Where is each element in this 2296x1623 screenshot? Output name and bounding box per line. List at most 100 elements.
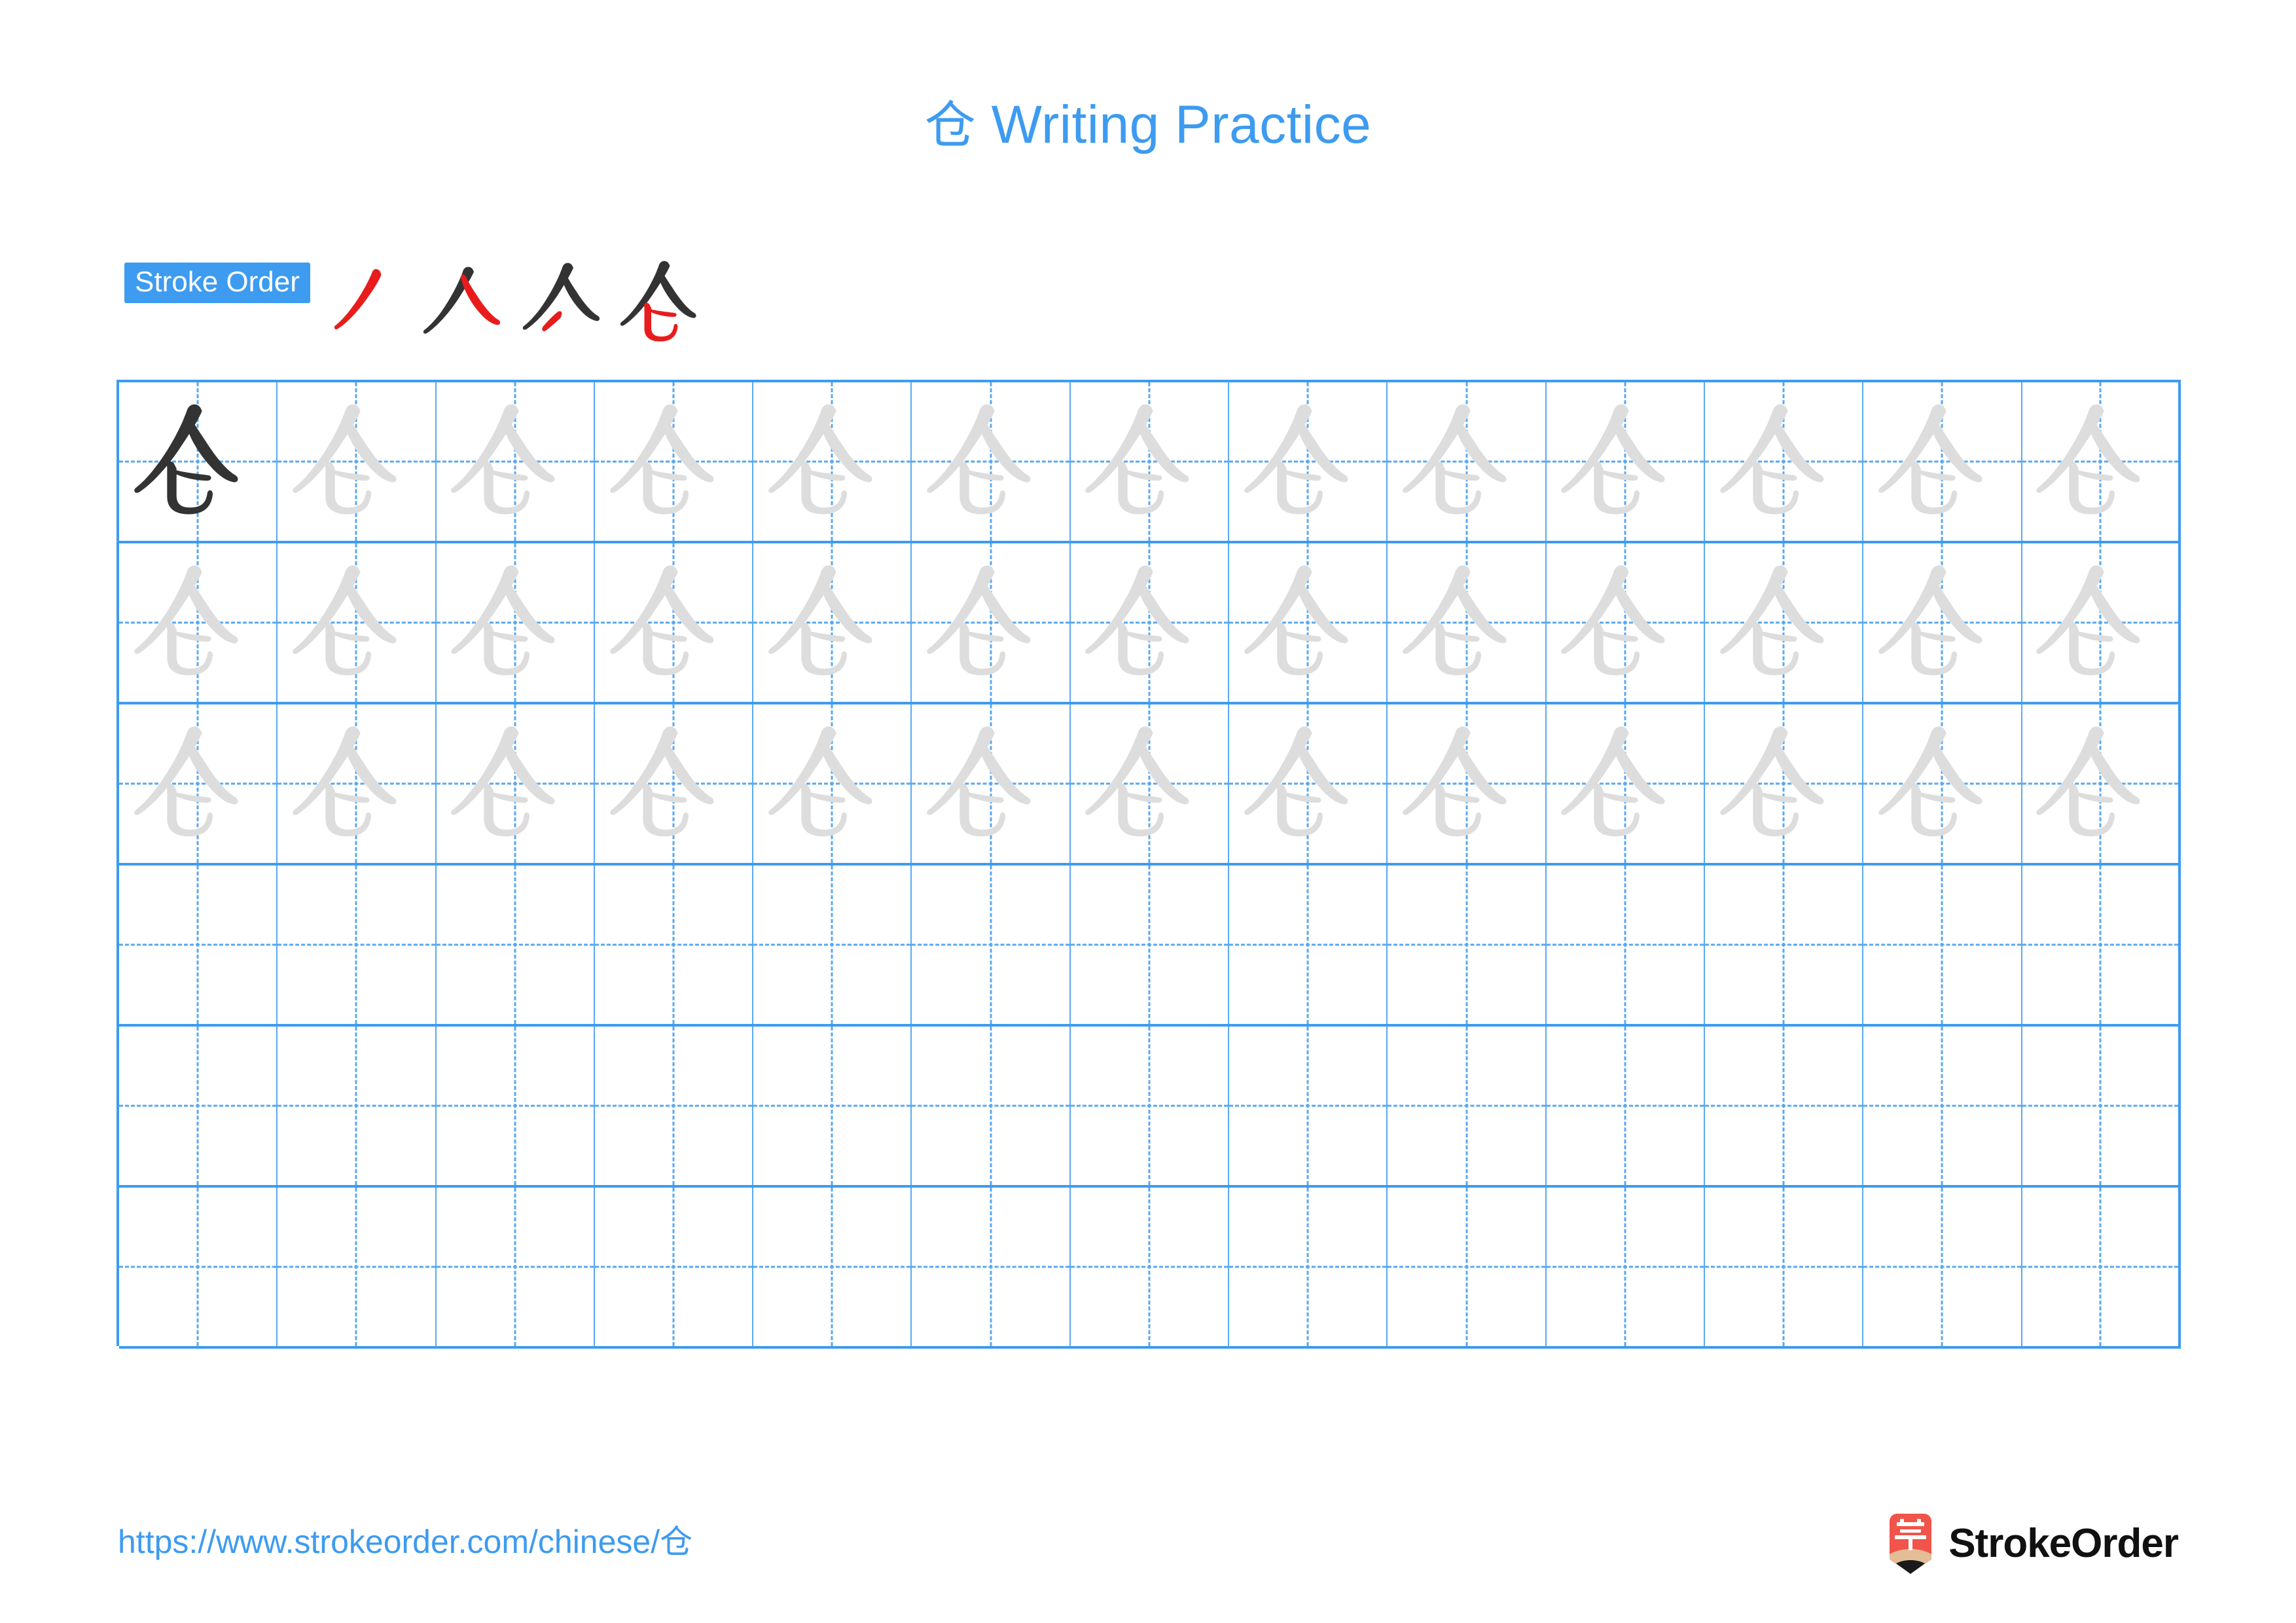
grid-cell-r3-c9[interactable] — [1388, 704, 1547, 863]
grid-row — [119, 1027, 2181, 1188]
grid-cell-r4-c13[interactable] — [2022, 866, 2181, 1024]
trace-character — [1388, 704, 1545, 863]
grid-cell-r2-c2[interactable] — [278, 543, 437, 702]
grid-cell-r3-c4[interactable] — [594, 704, 754, 863]
grid-cell-r5-c5[interactable] — [753, 1027, 912, 1185]
grid-row — [119, 543, 2181, 704]
cell-guide-horizontal — [753, 1266, 911, 1268]
grid-cell-r1-c5[interactable] — [753, 382, 912, 541]
grid-cell-r4-c4[interactable] — [594, 866, 754, 1024]
grid-cell-r6-c10[interactable] — [1546, 1188, 1705, 1346]
grid-cell-r2-c1[interactable] — [119, 543, 278, 702]
grid-cell-r4-c10[interactable] — [1546, 866, 1705, 1024]
grid-cell-r6-c6[interactable] — [912, 1188, 1071, 1346]
grid-cell-r3-c3[interactable] — [436, 704, 595, 863]
grid-cell-r1-c1[interactable] — [119, 382, 278, 541]
grid-cell-r4-c8[interactable] — [1229, 866, 1388, 1024]
grid-cell-r5-c6[interactable] — [912, 1027, 1071, 1185]
grid-cell-r3-c2[interactable] — [278, 704, 437, 863]
grid-cell-r3-c8[interactable] — [1229, 704, 1388, 863]
cell-guide-horizontal — [119, 1266, 277, 1268]
grid-cell-r6-c11[interactable] — [1704, 1188, 1864, 1346]
grid-cell-r4-c11[interactable] — [1704, 866, 1864, 1024]
grid-cell-r3-c1[interactable] — [119, 704, 278, 863]
grid-cell-r4-c3[interactable] — [436, 866, 595, 1024]
trace-character — [119, 704, 276, 863]
grid-cell-r2-c8[interactable] — [1229, 543, 1388, 702]
grid-cell-r4-c5[interactable] — [753, 866, 912, 1024]
grid-cell-r5-c9[interactable] — [1388, 1027, 1547, 1185]
grid-cell-r4-c6[interactable] — [912, 866, 1071, 1024]
grid-cell-r5-c3[interactable] — [436, 1027, 595, 1185]
grid-cell-r6-c3[interactable] — [436, 1188, 595, 1346]
grid-cell-r4-c7[interactable] — [1070, 866, 1230, 1024]
grid-cell-r1-c12[interactable] — [1863, 382, 2022, 541]
grid-cell-r1-c9[interactable] — [1388, 382, 1547, 541]
grid-cell-r1-c8[interactable] — [1229, 382, 1388, 541]
grid-cell-r3-c11[interactable] — [1704, 704, 1864, 863]
grid-cell-r6-c13[interactable] — [2022, 1188, 2181, 1346]
grid-cell-r5-c12[interactable] — [1863, 1027, 2022, 1185]
grid-cell-r6-c4[interactable] — [594, 1188, 754, 1346]
grid-cell-r5-c4[interactable] — [594, 1027, 754, 1185]
grid-cell-r5-c11[interactable] — [1704, 1027, 1864, 1185]
grid-cell-r2-c12[interactable] — [1863, 543, 2022, 702]
grid-cell-r2-c6[interactable] — [912, 543, 1071, 702]
source-url-link[interactable]: https://www.strokeorder.com/chinese/仓 — [118, 1525, 692, 1558]
trace-character — [753, 704, 910, 863]
cell-guide-horizontal — [119, 943, 277, 946]
grid-cell-r2-c9[interactable] — [1388, 543, 1547, 702]
grid-cell-r6-c2[interactable] — [278, 1188, 437, 1346]
grid-cell-r1-c6[interactable] — [912, 382, 1071, 541]
trace-character — [1547, 382, 1704, 541]
grid-cell-r5-c8[interactable] — [1229, 1027, 1388, 1185]
grid-cell-r6-c8[interactable] — [1229, 1188, 1388, 1346]
cell-guide-horizontal — [2022, 1266, 2178, 1268]
grid-cell-r2-c4[interactable] — [594, 543, 754, 702]
grid-cell-r1-c7[interactable] — [1070, 382, 1230, 541]
grid-cell-r6-c9[interactable] — [1388, 1188, 1547, 1346]
grid-cell-r5-c7[interactable] — [1070, 1027, 1230, 1185]
grid-row — [119, 704, 2181, 866]
grid-cell-r1-c3[interactable] — [436, 382, 595, 541]
cell-guide-horizontal — [753, 943, 911, 946]
grid-cell-r5-c10[interactable] — [1546, 1027, 1705, 1185]
grid-cell-r1-c2[interactable] — [278, 382, 437, 541]
grid-cell-r2-c13[interactable] — [2022, 543, 2181, 702]
grid-cell-r3-c6[interactable] — [912, 704, 1071, 863]
grid-cell-r2-c10[interactable] — [1546, 543, 1705, 702]
trace-character — [1071, 382, 1228, 541]
grid-cell-r3-c12[interactable] — [1863, 704, 2022, 863]
grid-cell-r4-c12[interactable] — [1863, 866, 2022, 1024]
grid-cell-r6-c5[interactable] — [753, 1188, 912, 1346]
grid-cell-r1-c4[interactable] — [594, 382, 754, 541]
grid-cell-r2-c3[interactable] — [436, 543, 595, 702]
grid-cell-r5-c13[interactable] — [2022, 1027, 2181, 1185]
grid-cell-r2-c7[interactable] — [1070, 543, 1230, 702]
grid-cell-r6-c7[interactable] — [1070, 1188, 1230, 1346]
grid-cell-r3-c10[interactable] — [1546, 704, 1705, 863]
grid-cell-r2-c11[interactable] — [1704, 543, 1864, 702]
cell-guide-horizontal — [1863, 943, 2021, 946]
grid-cell-r1-c11[interactable] — [1704, 382, 1864, 541]
stroke-step-2 — [419, 252, 517, 350]
grid-cell-r5-c1[interactable] — [119, 1027, 278, 1185]
source-url-text: https://www.strokeorder.com/chinese/仓 — [118, 1523, 693, 1560]
grid-cell-r4-c1[interactable] — [119, 866, 278, 1024]
grid-cell-r3-c7[interactable] — [1070, 704, 1230, 863]
grid-cell-r3-c5[interactable] — [753, 704, 912, 863]
grid-cell-r5-c2[interactable] — [278, 1027, 437, 1185]
trace-character — [1229, 543, 1386, 702]
grid-cell-r6-c12[interactable] — [1863, 1188, 2022, 1346]
trace-character — [595, 543, 752, 702]
trace-character — [1705, 543, 1862, 702]
grid-cell-r1-c13[interactable] — [2022, 382, 2181, 541]
grid-cell-r6-c1[interactable] — [119, 1188, 278, 1346]
grid-cell-r4-c2[interactable] — [278, 866, 437, 1024]
grid-cell-r1-c10[interactable] — [1546, 382, 1705, 541]
cell-guide-horizontal — [1546, 1266, 1704, 1268]
grid-cell-r4-c9[interactable] — [1388, 866, 1547, 1024]
grid-cell-r2-c5[interactable] — [753, 543, 912, 702]
grid-cell-r3-c13[interactable] — [2022, 704, 2181, 863]
brand-logo[interactable]: StrokeOrder — [1886, 1512, 2179, 1575]
